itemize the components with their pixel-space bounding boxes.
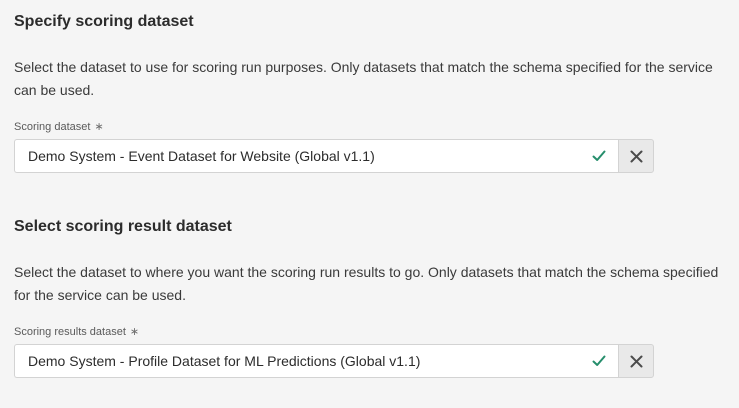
- field-label-text: Scoring results dataset: [14, 326, 126, 338]
- field-value: Demo System - Profile Dataset for ML Pre…: [28, 353, 421, 369]
- scoring-dataset-field: Demo System - Event Dataset for Website …: [14, 139, 654, 173]
- scoring-results-dataset-input[interactable]: Demo System - Profile Dataset for ML Pre…: [14, 344, 618, 378]
- close-icon: [630, 150, 642, 162]
- clear-scoring-results-dataset-button[interactable]: [618, 344, 654, 378]
- check-icon: [592, 355, 606, 366]
- section-title: Select scoring result dataset: [14, 218, 232, 235]
- scoring-results-dataset-field: Demo System - Profile Dataset for ML Pre…: [14, 344, 654, 378]
- scoring-dataset-input[interactable]: Demo System - Event Dataset for Website …: [14, 139, 618, 173]
- field-label: Scoring dataset ∗: [14, 119, 724, 135]
- scoring-dataset-section: Specify scoring dataset Select the datas…: [14, 12, 724, 173]
- required-marker: ∗: [129, 326, 140, 338]
- scoring-result-dataset-section: Select scoring result dataset Select the…: [14, 217, 724, 378]
- field-label-text: Scoring dataset: [14, 121, 91, 133]
- check-icon: [592, 150, 606, 161]
- section-description: Select the dataset to where you want the…: [14, 264, 719, 303]
- section-title: Specify scoring dataset: [14, 13, 194, 30]
- field-value: Demo System - Event Dataset for Website …: [28, 148, 375, 164]
- section-description: Select the dataset to use for scoring ru…: [14, 59, 713, 98]
- dataset-config-page: Specify scoring dataset Select the datas…: [0, 0, 739, 408]
- required-marker: ∗: [94, 121, 104, 133]
- field-label: Scoring results dataset ∗: [14, 324, 724, 340]
- clear-scoring-dataset-button[interactable]: [618, 139, 654, 173]
- close-icon: [630, 355, 642, 367]
